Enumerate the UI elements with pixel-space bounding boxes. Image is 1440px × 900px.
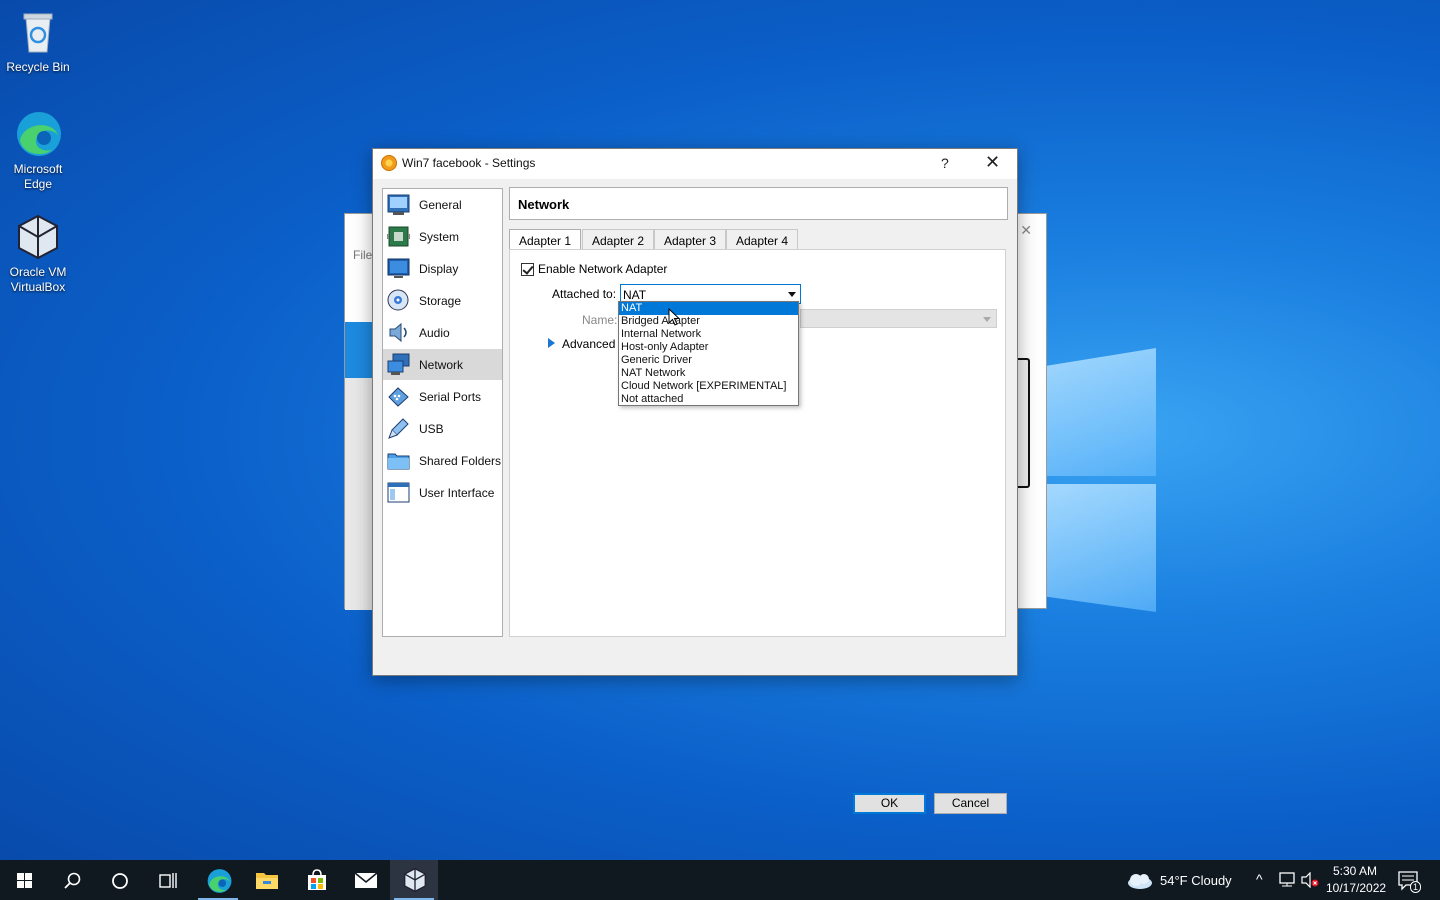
close-icon[interactable]: ✕ [1020,222,1032,239]
taskbar-virtualbox[interactable] [390,860,438,900]
sidebar-item-usb[interactable]: USB [383,413,502,444]
sidebar-item-system[interactable]: System [383,221,502,252]
audio-icon [387,321,410,344]
network-icon [387,353,410,376]
close-button[interactable]: ✕ [985,152,1000,173]
dropdown-option-internal-network[interactable]: Internal Network [619,328,798,341]
weather-icon[interactable] [1126,872,1154,892]
chevron-down-icon [983,317,991,322]
desktop-icon-microsoft-edge[interactable]: Microsoft Edge [0,110,76,192]
sidebar-item-label: USB [419,422,444,436]
tab-adapter-1[interactable]: Adapter 1 [509,229,582,251]
desktop-icon-label: Oracle VM VirtualBox [9,265,67,294]
clock-date[interactable]: 10/17/2022 [1326,881,1386,895]
dropdown-option-bridged-adapter[interactable]: Bridged Adapter [619,315,798,328]
taskbar: 54°F Cloudy ^ 5:30 AM 10/17/2022 1 [0,860,1440,900]
windows-logo-wallpaper [1046,348,1158,612]
sidebar-item-storage[interactable]: Storage [383,285,502,316]
desktop-icon-label: Recycle Bin [6,60,70,74]
sidebar-item-audio[interactable]: Audio [383,317,502,348]
name-label: Name: [582,313,618,327]
page-title: Network [518,197,570,212]
system-icon [387,225,410,248]
task-view-icon[interactable] [144,860,192,900]
sidebar-item-label: Serial Ports [419,390,482,404]
virtualbox-settings-icon [381,155,397,171]
dropdown-option-generic-driver[interactable]: Generic Driver [619,354,798,367]
sidebar-item-label: Audio [419,326,450,340]
sidebar-item-network[interactable]: Network [383,349,502,380]
cortana-icon[interactable] [96,860,144,900]
edge-icon [14,110,62,158]
clock-time[interactable]: 5:30 AM [1333,864,1377,878]
chevron-down-icon [788,292,796,297]
mouse-cursor-icon [668,307,681,329]
taskbar-edge[interactable] [194,860,242,900]
tab-adapter-3[interactable]: Adapter 3 [654,229,727,250]
ok-button[interactable]: OK [853,793,926,814]
sidebar-item-label: System [419,230,460,244]
tab-adapter-2[interactable]: Adapter 2 [582,229,655,250]
title-bar: Win7 facebook - Settings ? ✕ [373,149,1017,179]
dropdown-option-nat[interactable]: NAT [619,302,798,315]
section-header: Network [509,187,1008,220]
attached-to-dropdown-list: NAT Bridged Adapter Internal Network Hos… [618,301,799,406]
sidebar-item-label: General [419,198,462,212]
selected-vm-strip [345,322,373,378]
weather-text[interactable]: 54°F Cloudy [1160,873,1232,888]
desktop-icon-label: Microsoft Edge [13,162,63,191]
name-select [800,309,997,328]
attached-to-value: NAT [623,288,647,302]
tab-adapter-4[interactable]: Adapter 4 [726,229,799,250]
desktop-icon-virtualbox[interactable]: Oracle VM VirtualBox [0,213,76,295]
sidebar-item-label: User Interface [419,486,495,500]
microsoft-store-icon[interactable] [292,860,340,900]
sidebar-item-serial-ports[interactable]: Serial Ports [383,381,502,412]
sidebar-item-label: Storage [419,294,462,308]
sidebar-item-display[interactable]: Display [383,253,502,284]
serial-ports-icon [387,385,410,408]
enable-network-adapter-checkbox[interactable] [521,263,534,276]
dialog-title: Win7 facebook - Settings [402,156,536,170]
general-icon [387,193,410,216]
shared-folders-icon [387,449,410,472]
dropdown-option-host-only-adapter[interactable]: Host-only Adapter [619,341,798,354]
sidebar-item-user-interface[interactable]: User Interface [383,477,502,508]
chevron-up-icon[interactable]: ^ [1256,871,1263,887]
dropdown-option-nat-network[interactable]: NAT Network [619,367,798,380]
settings-category-list: General System Display Storage Audio Net… [382,188,503,637]
expand-arrow-icon[interactable] [548,338,555,348]
file-explorer-icon[interactable] [243,860,291,900]
preview-panel [1016,358,1030,488]
dropdown-option-not-attached[interactable]: Not attached [619,393,798,406]
sidebar-item-label: Network [419,358,464,372]
start-button[interactable] [0,860,48,900]
enable-network-adapter-label[interactable]: Enable Network Adapter [538,262,667,276]
settings-dialog: Win7 facebook - Settings ? ✕ General Sys… [372,148,1018,814]
attached-to-label: Attached to: [552,287,617,301]
help-button[interactable]: ? [941,155,949,171]
search-icon[interactable] [48,860,96,900]
cancel-button[interactable]: Cancel [934,793,1007,814]
notification-count-badge: 1 [1410,881,1422,893]
network-tray-icon[interactable] [1278,872,1296,891]
mail-icon[interactable] [341,860,389,900]
sidebar-item-label: Shared Folders [419,454,502,468]
dropdown-option-cloud-network[interactable]: Cloud Network [EXPERIMENTAL] [619,380,798,393]
display-icon [387,257,410,280]
virtualbox-icon [14,213,62,261]
desktop-icon-recycle-bin[interactable]: Recycle Bin [0,8,76,75]
sidebar-item-general[interactable]: General [383,189,502,220]
vm-list-area [345,378,373,610]
sidebar-item-shared-folders[interactable]: Shared Folders [383,445,502,476]
recycle-bin-icon [14,8,62,56]
file-menu[interactable]: File [353,248,372,262]
volume-muted-icon[interactable] [1301,871,1319,891]
sidebar-item-label: Display [419,262,459,276]
usb-icon [387,417,410,440]
storage-icon [387,289,410,312]
advanced-toggle[interactable]: Advanced [562,337,615,351]
user-interface-icon [387,481,410,504]
